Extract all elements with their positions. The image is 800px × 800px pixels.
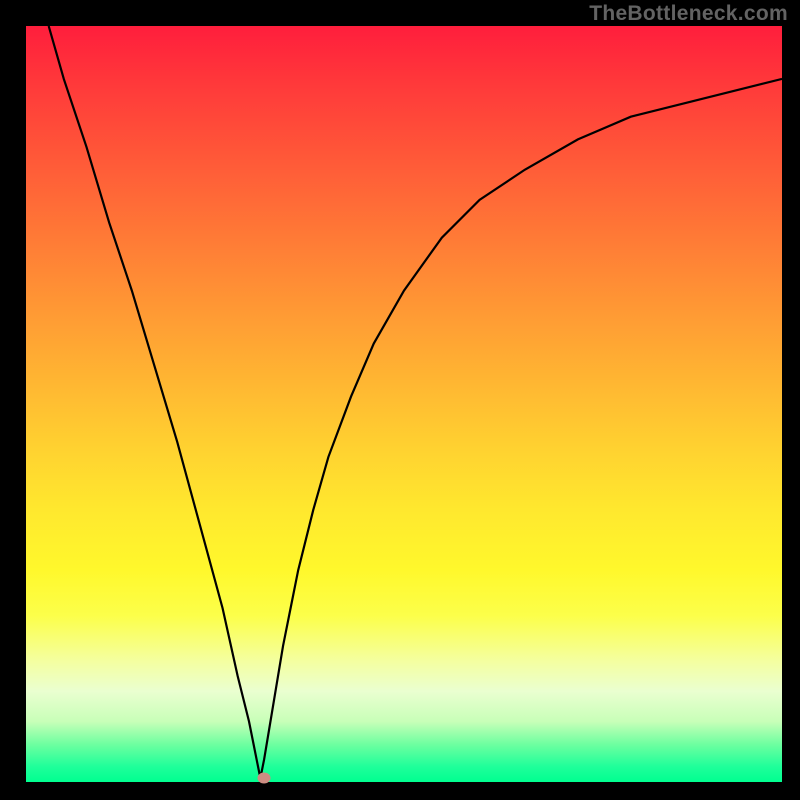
optimal-point-marker — [258, 773, 271, 784]
bottleneck-curve — [26, 26, 782, 782]
chart-plot-area — [26, 26, 782, 782]
watermark-text: TheBottleneck.com — [589, 2, 788, 26]
